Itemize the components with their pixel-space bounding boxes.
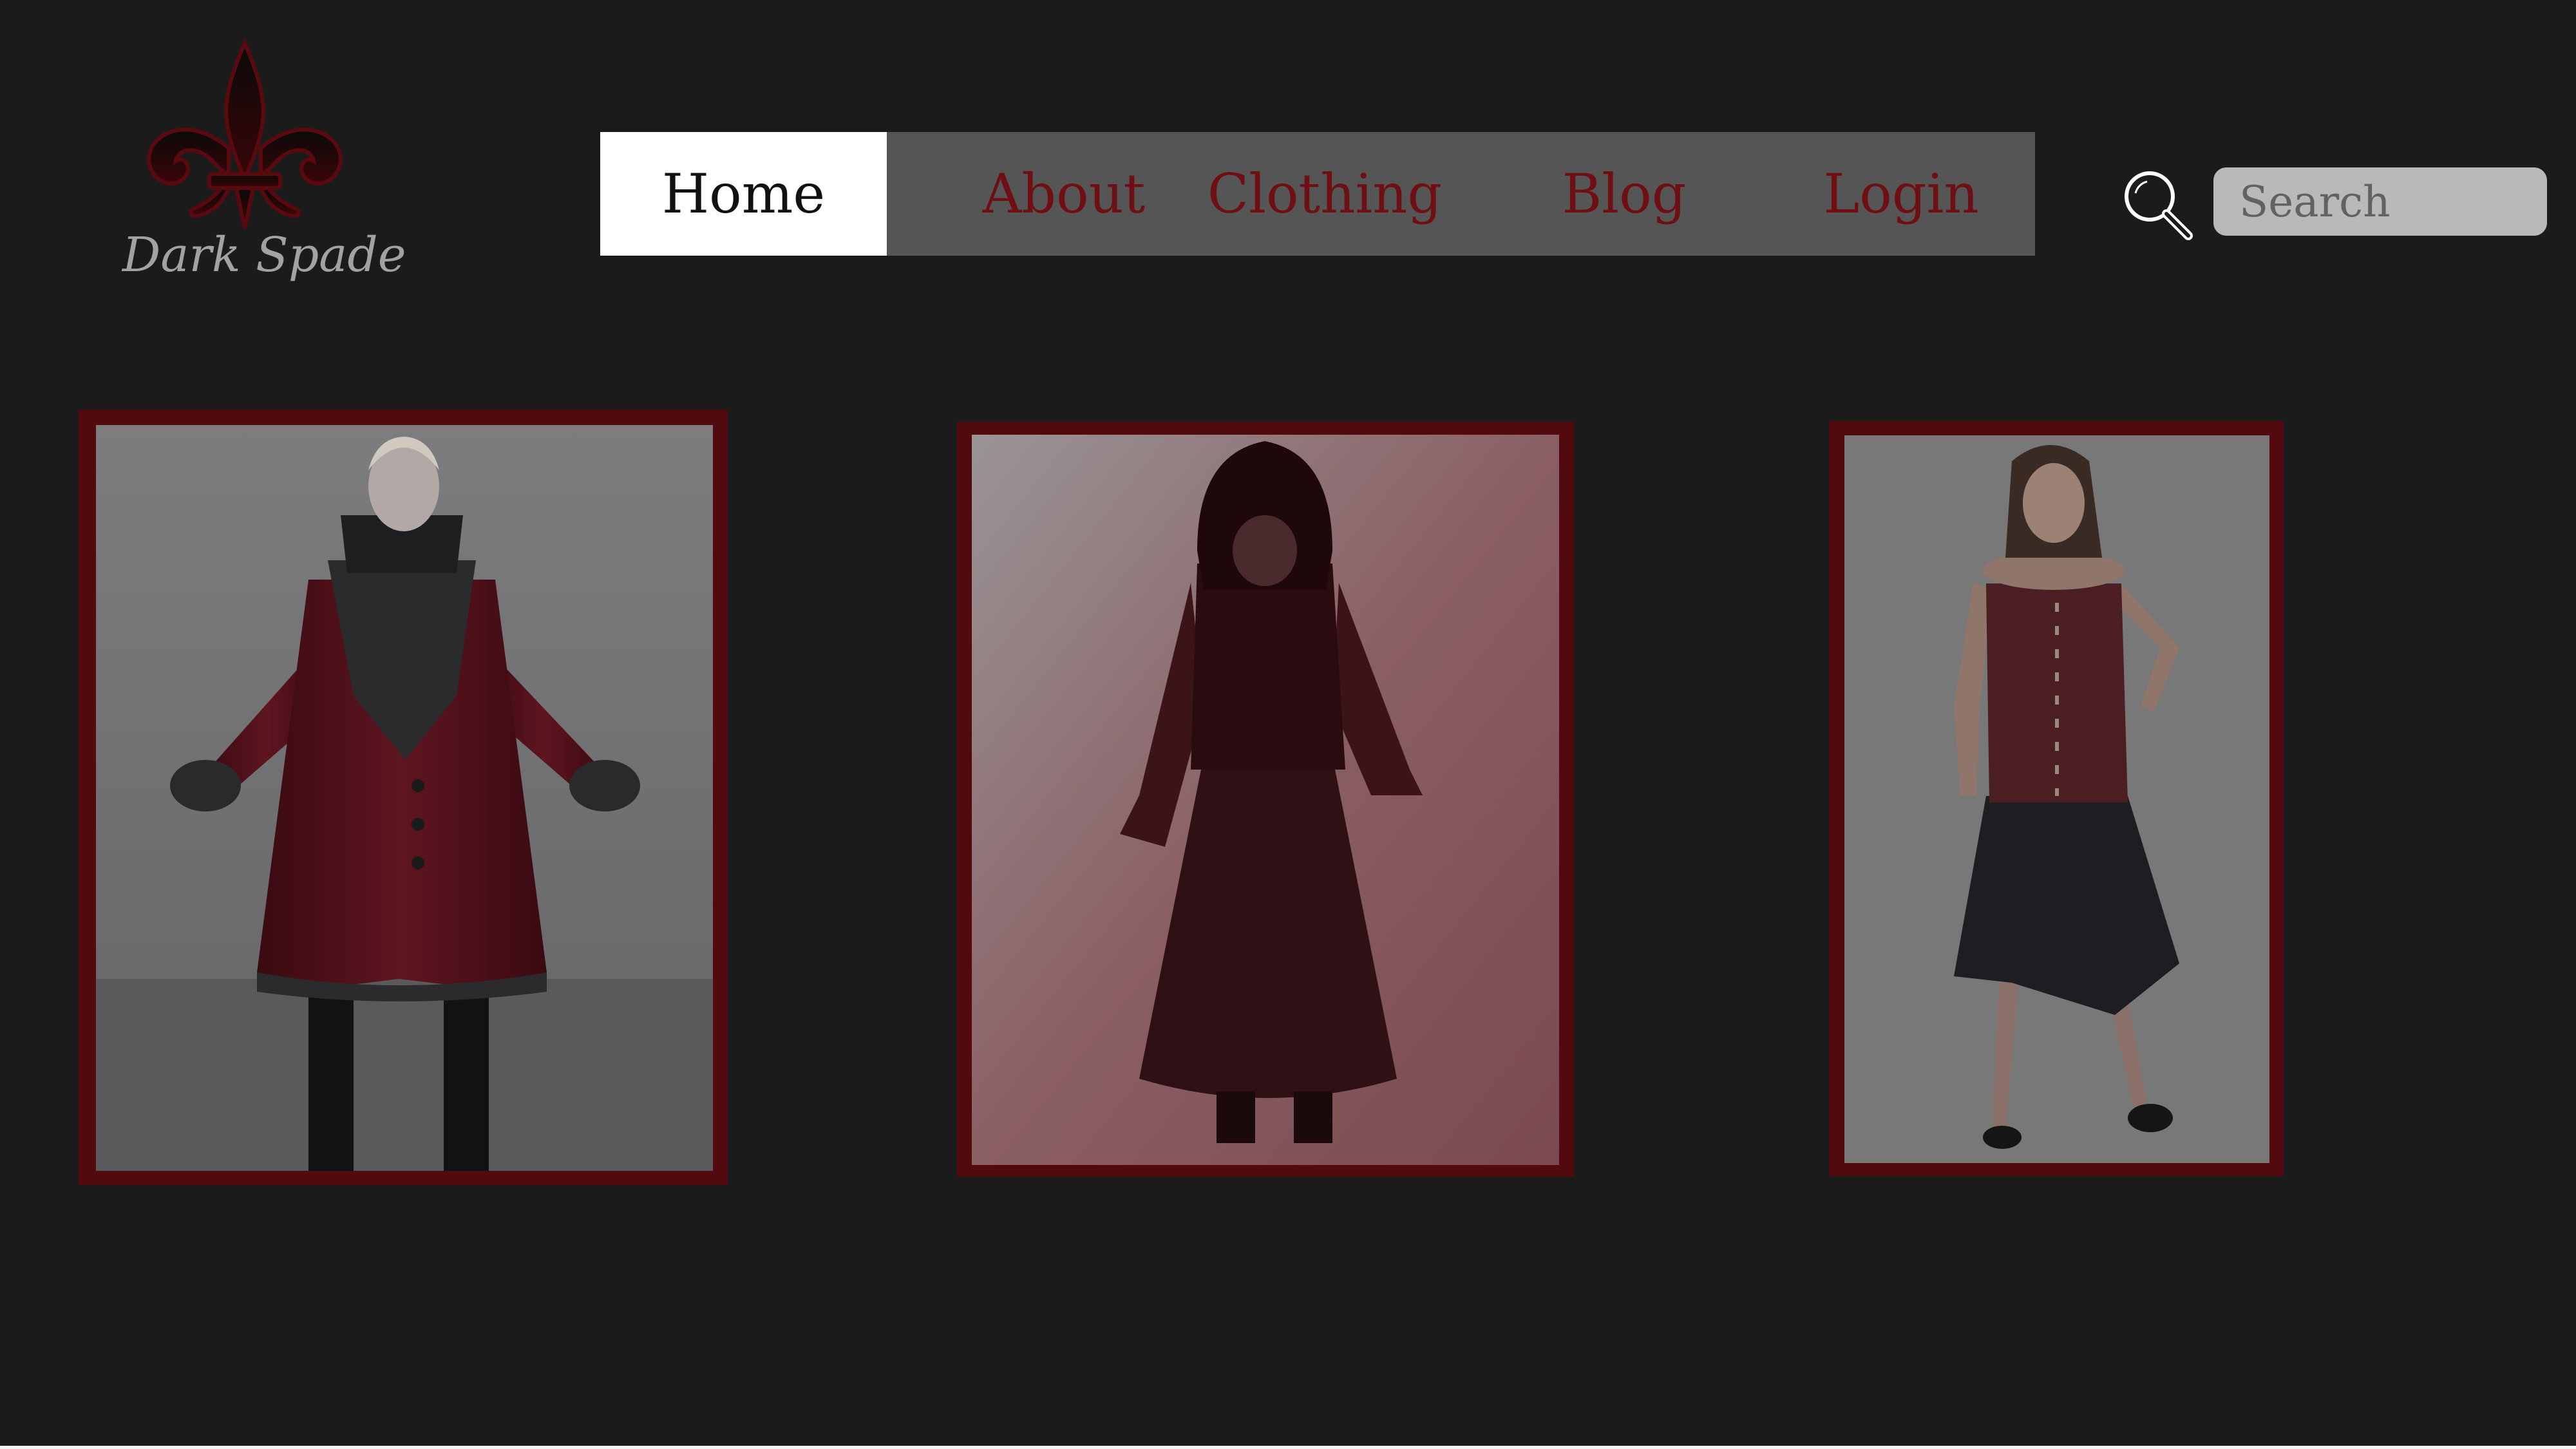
logo[interactable]: Dark Spade [122,35,406,293]
brand-name: Dark Spade [122,227,406,283]
page: Dark Spade Home About Clothing Blog Logi… [0,0,2576,1449]
product-card-corset[interactable] [1829,421,2284,1176]
search-input[interactable] [2213,167,2547,236]
product-image-corset [1844,435,2269,1163]
product-image-gown [972,435,1559,1165]
fleur-de-lis-icon [147,38,343,229]
product-card-coat[interactable] [79,410,728,1185]
magnifier-icon[interactable] [2119,167,2196,245]
product-image-coat [96,425,713,1171]
main-nav: Home About Clothing Blog Login [600,132,2035,256]
nav-blog[interactable]: Blog [1502,132,1747,256]
product-card-gown[interactable] [957,422,1574,1177]
nav-login[interactable]: Login [1772,132,2030,256]
nav-home[interactable]: Home [600,132,887,256]
bottom-edge [0,1446,2576,1449]
nav-clothing[interactable]: Clothing [1180,132,1470,256]
nav-about[interactable]: About [935,132,1193,256]
